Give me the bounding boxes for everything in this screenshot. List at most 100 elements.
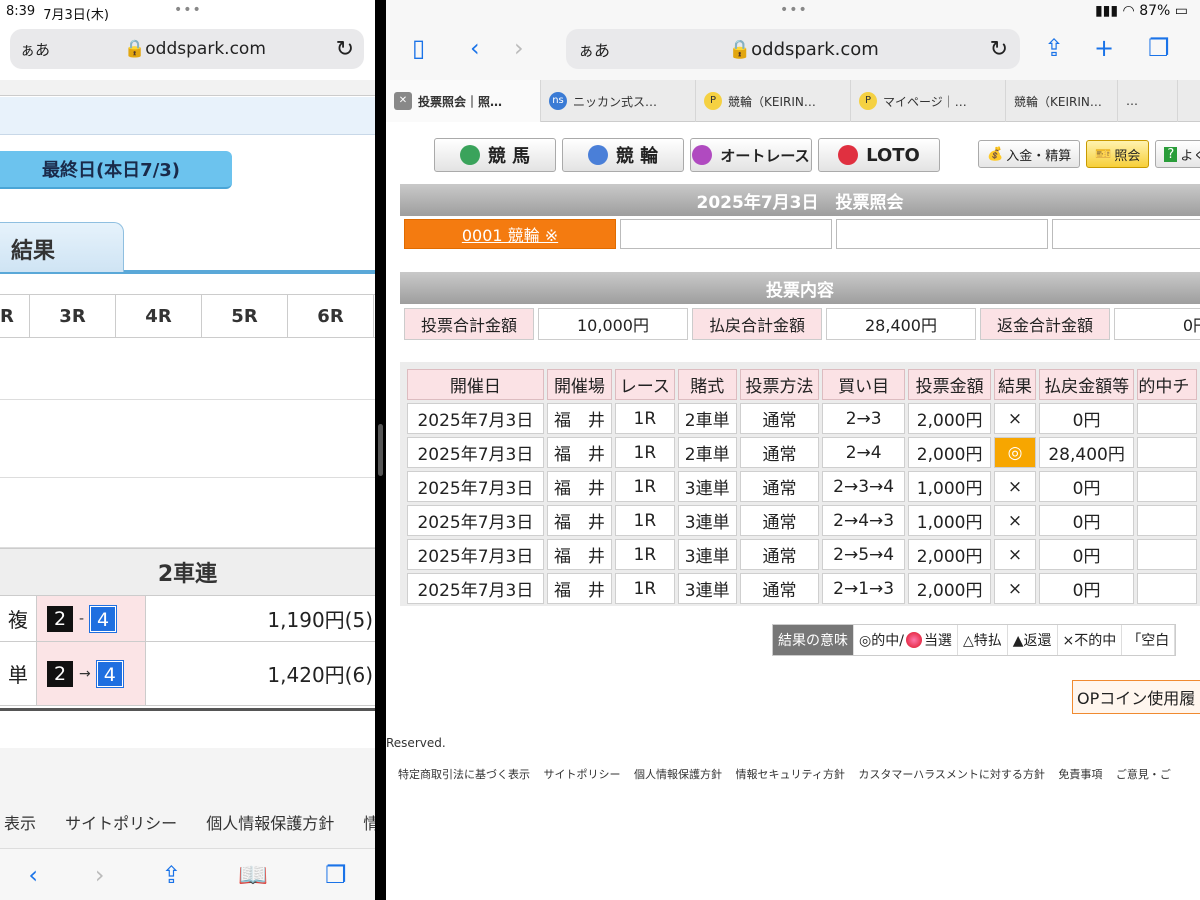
url-text: 🔒oddspark.com: [618, 39, 990, 60]
tab-title: ニッカン式ス…: [573, 94, 658, 109]
back-icon[interactable]: ‹: [28, 861, 38, 889]
col-method: 投票方法: [739, 369, 820, 400]
nav-keirin-button[interactable]: 競 輪: [562, 138, 684, 172]
browser-tab[interactable]: 競輪（KEIRIN…: [1006, 80, 1118, 122]
left-browser-pane: 8:39 7月3日(木) ••• ぁあ 🔒oddspark.com ↻ 最終日(…: [0, 0, 375, 900]
footer-link[interactable]: 個人情報保護方針: [206, 814, 334, 833]
footer-link[interactable]: 表示: [4, 814, 36, 833]
faq-button[interactable]: ? よく: [1155, 140, 1200, 168]
table-row: 2025年7月3日福 井 1R 3連単 通常 2→1→3 2,000円 × 0円: [407, 573, 1197, 604]
cell-venue: 福 井: [546, 471, 613, 502]
address-bar[interactable]: ぁあ 🔒oddspark.com ↻: [10, 29, 364, 69]
race-tab-6r[interactable]: 6R: [288, 295, 374, 337]
close-icon[interactable]: ✕: [394, 92, 412, 110]
nav-keiba-button[interactable]: 競 馬: [434, 138, 556, 172]
browser-tab[interactable]: P マイページ｜…: [851, 80, 1006, 122]
cell-hit-ticket: [1137, 539, 1197, 570]
result-row-blank: [0, 400, 375, 478]
footer-link[interactable]: 個人情報保護方針: [634, 768, 722, 781]
cell-bet-type: 3連単: [677, 539, 737, 570]
reader-aa-button[interactable]: ぁあ: [20, 39, 60, 60]
money-bag-icon: 💰: [987, 146, 1004, 162]
cell-amount: 1,000円: [908, 505, 992, 536]
nav-autorace-button[interactable]: オートレース: [690, 138, 812, 172]
forward-icon[interactable]: ›: [514, 34, 524, 62]
multitask-dots-icon[interactable]: •••: [780, 2, 808, 18]
bookmarks-icon[interactable]: 📖: [238, 861, 268, 889]
account-slot[interactable]: [836, 219, 1048, 249]
deposit-button[interactable]: 💰 入金・精算: [978, 140, 1081, 168]
footer-links: 表示 サイトポリシー 個人情報保護方針 情: [4, 810, 375, 834]
multitask-dots-icon[interactable]: •••: [174, 2, 202, 18]
cell-combination: 2→4→3: [822, 505, 906, 536]
address-bar[interactable]: ぁあ 🔒oddspark.com ↻: [566, 29, 1020, 69]
browser-tab[interactable]: ns ニッカン式ス…: [541, 80, 696, 122]
race-tab-5r[interactable]: 5R: [202, 295, 288, 337]
payout-combination: 2 - 4: [36, 596, 146, 641]
share-icon[interactable]: ⇪: [1044, 34, 1064, 62]
bike-number-2: 2: [47, 605, 73, 632]
result-legend: 結果の意味 ◎的中/当選 △特払 ▲返還 ×不的中 「空白: [772, 624, 1177, 656]
race-tab[interactable]: R: [0, 295, 30, 337]
reload-icon[interactable]: ↻: [330, 37, 354, 62]
footer-link[interactable]: 情報セキュリティ方針: [736, 768, 845, 781]
page-title: 2025年7月3日 投票照会: [400, 184, 1200, 216]
cell-hit-ticket: [1137, 471, 1197, 502]
browser-tab[interactable]: …: [1118, 80, 1178, 122]
reader-aa-button[interactable]: ぁあ: [578, 37, 618, 61]
sidebar-icon[interactable]: ▯: [412, 34, 425, 62]
race-tab-4r[interactable]: 4R: [116, 295, 202, 337]
tab-result[interactable]: 結果: [0, 222, 124, 272]
bicycle-icon: [587, 145, 608, 165]
split-view-divider[interactable]: [375, 0, 386, 900]
final-day-button[interactable]: 最終日(本日7/3): [0, 151, 232, 189]
account-link-active[interactable]: 0001 競輪 ※: [404, 219, 616, 249]
col-combination: 買い目: [822, 369, 906, 400]
opcoin-history-button[interactable]: OPコイン使用履: [1072, 680, 1200, 714]
cell-result: ×: [994, 471, 1036, 502]
url-text: 🔒oddspark.com: [60, 39, 330, 59]
tabs-icon[interactable]: ❐: [325, 861, 347, 889]
p-icon: P: [704, 92, 722, 110]
cell-payout: 0円: [1038, 471, 1135, 502]
legend-refund: ▲返還: [1008, 625, 1058, 655]
browser-tab[interactable]: P 競輪（KEIRIN…: [696, 80, 851, 122]
forward-icon[interactable]: ›: [95, 861, 105, 889]
cell-method: 通常: [739, 505, 820, 536]
footer-link[interactable]: 免責事項: [1058, 768, 1102, 781]
rose-icon: [905, 632, 922, 648]
cell-method: 通常: [739, 403, 820, 434]
footer-link[interactable]: 特定商取引法に基づく表示: [398, 768, 530, 781]
footer-link[interactable]: サイトポリシー: [65, 814, 177, 833]
share-icon[interactable]: ⇪: [161, 861, 181, 889]
tab-title: …: [1126, 94, 1138, 108]
back-icon[interactable]: ‹: [470, 34, 480, 62]
footer-link[interactable]: サイトポリシー: [544, 768, 621, 781]
cell-payout: 0円: [1038, 539, 1135, 570]
legend-blank: 「空白: [1122, 625, 1176, 655]
summary-value: 0円: [1114, 308, 1200, 340]
inquiry-button[interactable]: 🎫 照会: [1086, 140, 1150, 168]
tabs-overview-icon[interactable]: ❐: [1148, 34, 1170, 62]
nav-label: 照会: [1114, 148, 1141, 164]
race-tab-3r[interactable]: 3R: [30, 295, 116, 337]
cell-race: 1R: [615, 471, 675, 502]
result-row-blank: [0, 478, 375, 548]
tab-bar: ✕ 投票照会｜照… ns ニッカン式ス… P 競輪（KEIRIN… P マイページ｜… …: [386, 80, 1200, 122]
reload-icon[interactable]: ↻: [990, 37, 1008, 62]
footer-link[interactable]: 情: [363, 814, 375, 833]
account-slot[interactable]: [620, 219, 832, 249]
split-handle[interactable]: [378, 424, 383, 476]
account-slot[interactable]: [1052, 219, 1200, 249]
tab-title: マイページ｜…: [883, 94, 967, 109]
footer-link[interactable]: ご意見・ご: [1116, 768, 1171, 781]
nav-loto-button[interactable]: LOTO: [818, 138, 940, 172]
cell-result: ×: [994, 539, 1036, 570]
footer-link[interactable]: カスタマーハラスメントに対する方針: [858, 768, 1045, 781]
summary-label: 返金合計金額: [980, 308, 1110, 340]
payout-label: 複: [8, 608, 28, 632]
cell-date: 2025年7月3日: [407, 505, 544, 536]
new-tab-icon[interactable]: +: [1094, 34, 1114, 62]
browser-tab-active[interactable]: ✕ 投票照会｜照…: [386, 80, 541, 122]
cell-date: 2025年7月3日: [407, 403, 544, 434]
